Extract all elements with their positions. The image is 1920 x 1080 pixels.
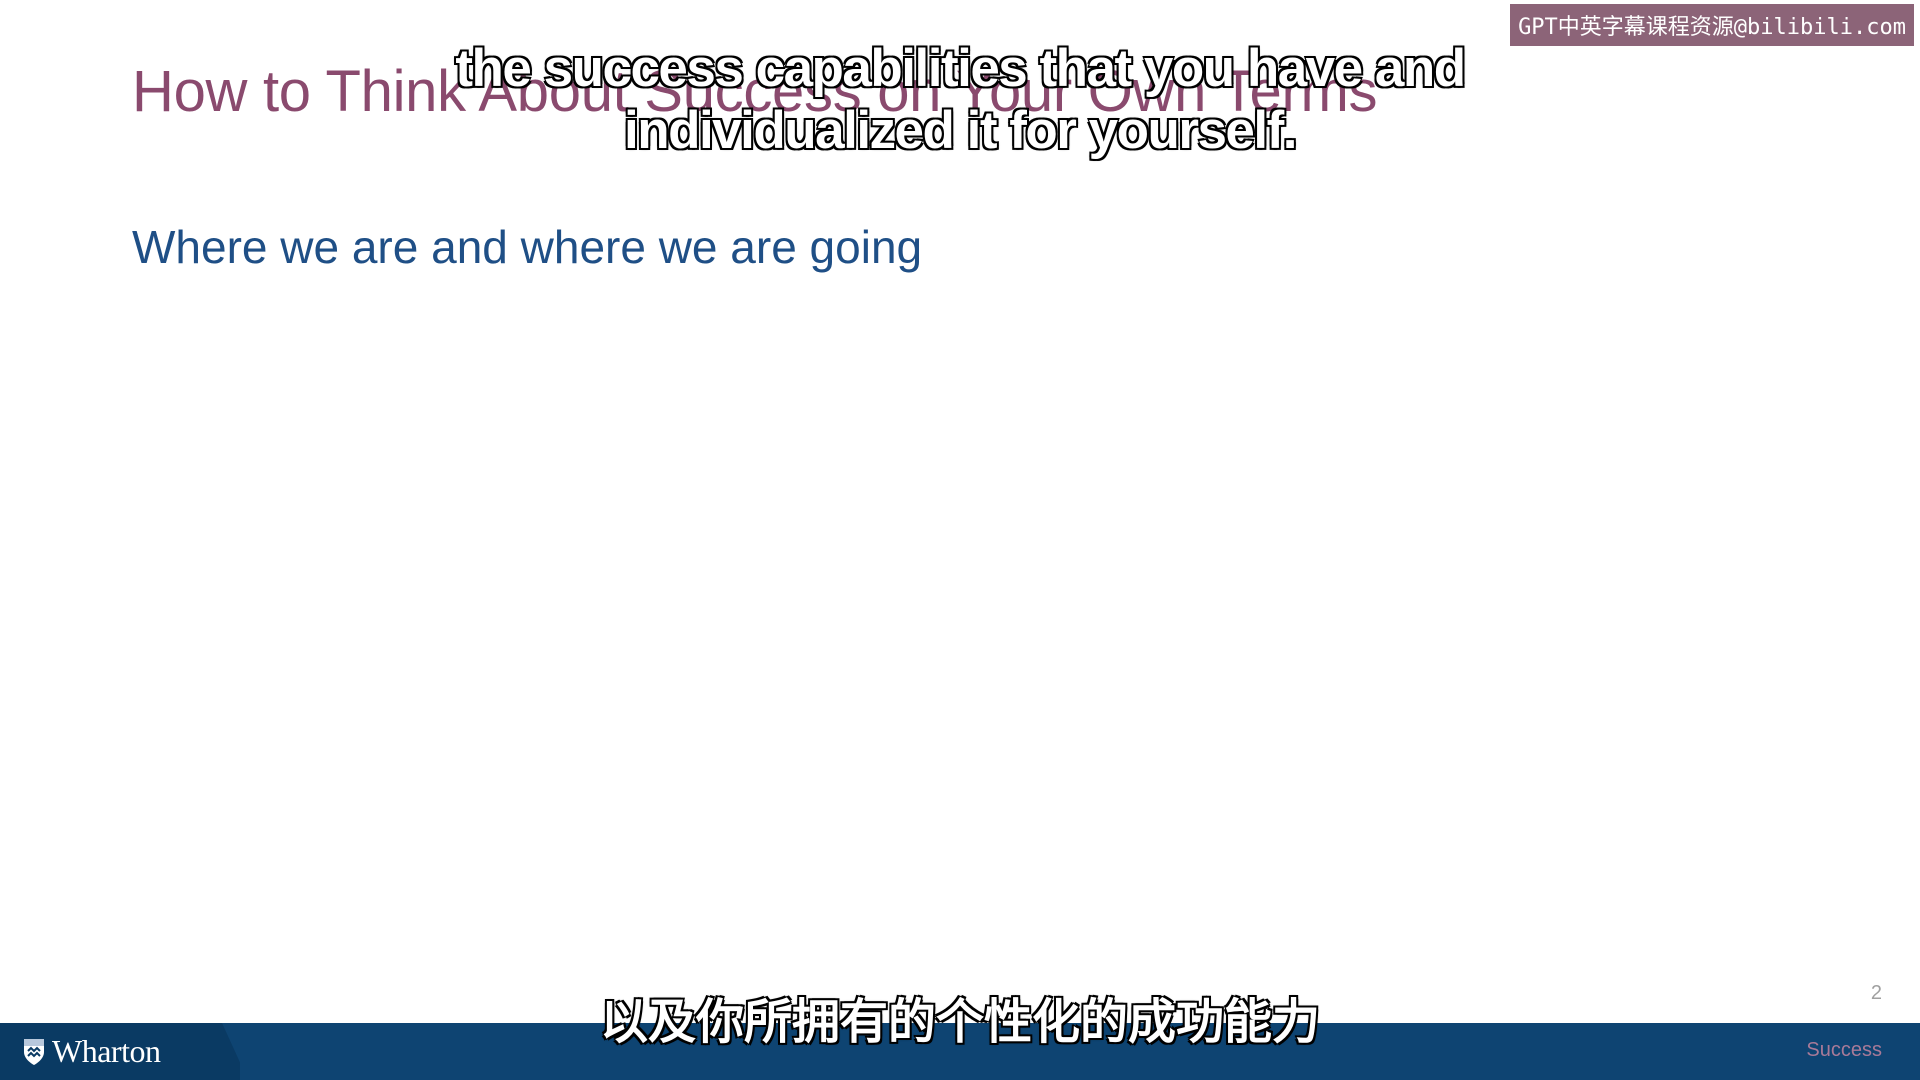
english-caption: the success capabilities that you have a… bbox=[0, 38, 1920, 162]
chinese-caption: 以及你所拥有的个性化的成功能力 bbox=[599, 993, 1321, 1051]
watermark-badge: GPT中英字幕课程资源@bilibili.com bbox=[1510, 4, 1914, 46]
english-caption-line-1: the success capabilities that you have a… bbox=[454, 38, 1467, 99]
english-caption-line-2: individualized it for yourself. bbox=[623, 100, 1299, 161]
slide-subtitle: Where we are and where we are going bbox=[132, 221, 923, 273]
